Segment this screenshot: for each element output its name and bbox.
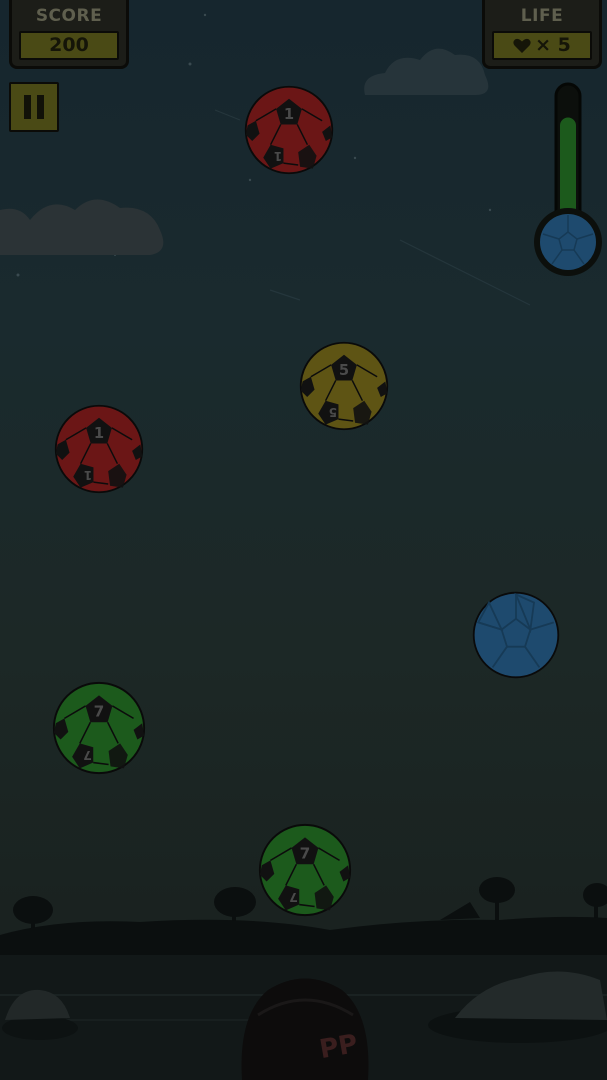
pause-button[interactable] xyxy=(9,82,59,132)
ball-number: 7 xyxy=(94,702,105,720)
life-counter: × 5 xyxy=(492,31,592,60)
player-character: PP xyxy=(241,978,369,1080)
cloud xyxy=(0,199,164,255)
heart-icon xyxy=(513,38,531,53)
ball-red[interactable]: 11 xyxy=(243,84,335,176)
ball-number: 5 xyxy=(339,362,349,379)
cloud xyxy=(364,48,489,95)
ball-red[interactable]: 11 xyxy=(53,403,145,495)
score-label: SCORE xyxy=(35,6,103,26)
ball-number: 1 xyxy=(284,106,294,123)
ball-number: 1 xyxy=(84,468,92,482)
ball-number: 1 xyxy=(94,425,104,442)
score-value: 200 xyxy=(19,31,119,60)
ball-green[interactable]: 77 xyxy=(51,680,147,776)
ball-blue[interactable] xyxy=(471,590,561,680)
score-panel: SCORE 200 xyxy=(9,0,129,69)
ball-number: 1 xyxy=(274,149,282,163)
life-panel: LIFE × 5 xyxy=(482,0,602,69)
ball-yellow[interactable]: 55 xyxy=(298,340,390,432)
ball-number: 7 xyxy=(83,748,92,763)
power-gauge-fill xyxy=(560,117,576,222)
ball-number: 5 xyxy=(329,405,337,419)
power-gauge xyxy=(534,82,602,276)
life-label: LIFE xyxy=(520,6,564,26)
life-value: × 5 xyxy=(535,34,571,56)
game-scene: SCORE 200 LIFE × 5 1155117777 PP xyxy=(0,0,607,1080)
